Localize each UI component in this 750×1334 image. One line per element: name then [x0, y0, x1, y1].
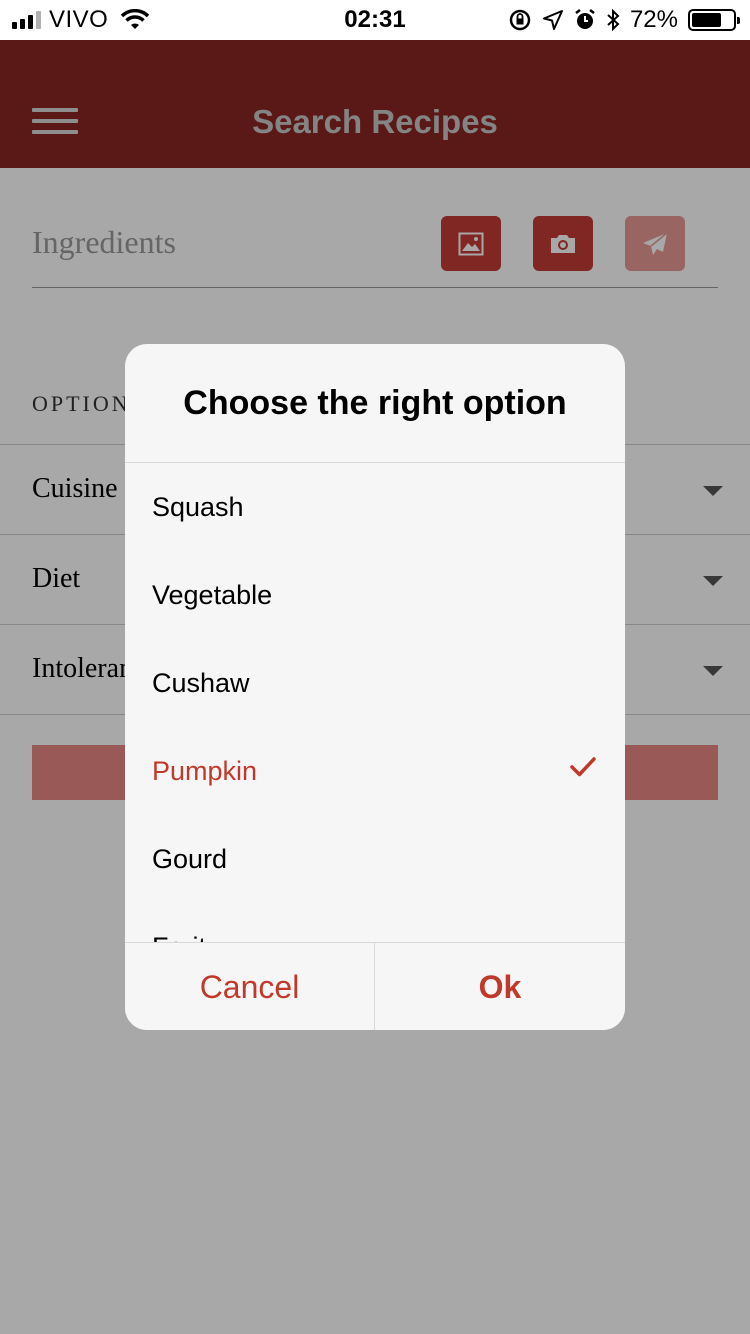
option-item-selected[interactable]: Pumpkin — [125, 727, 625, 815]
orientation-lock-icon — [509, 9, 531, 31]
alarm-icon — [575, 9, 595, 29]
option-item[interactable]: Fruit — [125, 903, 625, 942]
option-dialog: Choose the right option Squash Vegetable… — [125, 344, 625, 1030]
status-bar: VIVO 02:31 72% — [0, 0, 750, 40]
option-item[interactable]: Vegetable — [125, 551, 625, 639]
option-label: Squash — [152, 492, 244, 522]
option-label: Pumpkin — [152, 756, 258, 786]
battery-icon — [688, 9, 740, 31]
option-label: Gourd — [152, 844, 228, 874]
option-label: Cushaw — [152, 668, 250, 698]
ok-button[interactable]: Ok — [375, 943, 625, 1030]
bluetooth-icon — [607, 8, 620, 32]
dialog-actions: Cancel Ok — [125, 942, 625, 1030]
dialog-title: Choose the right option — [183, 384, 567, 422]
option-label: Fruit — [152, 932, 206, 942]
battery-percentage: 72% — [629, 6, 678, 33]
status-right: 72% — [508, 6, 740, 34]
option-item[interactable]: Squash — [125, 463, 625, 551]
location-icon — [542, 10, 563, 30]
option-list[interactable]: Squash Vegetable Cushaw Pumpkin Gourd Fr… — [125, 463, 625, 942]
option-item[interactable]: Cushaw — [125, 639, 625, 727]
checkmark-icon — [570, 757, 596, 777]
option-item[interactable]: Gourd — [125, 815, 625, 903]
cancel-button[interactable]: Cancel — [125, 943, 375, 1030]
option-label: Vegetable — [152, 580, 273, 610]
